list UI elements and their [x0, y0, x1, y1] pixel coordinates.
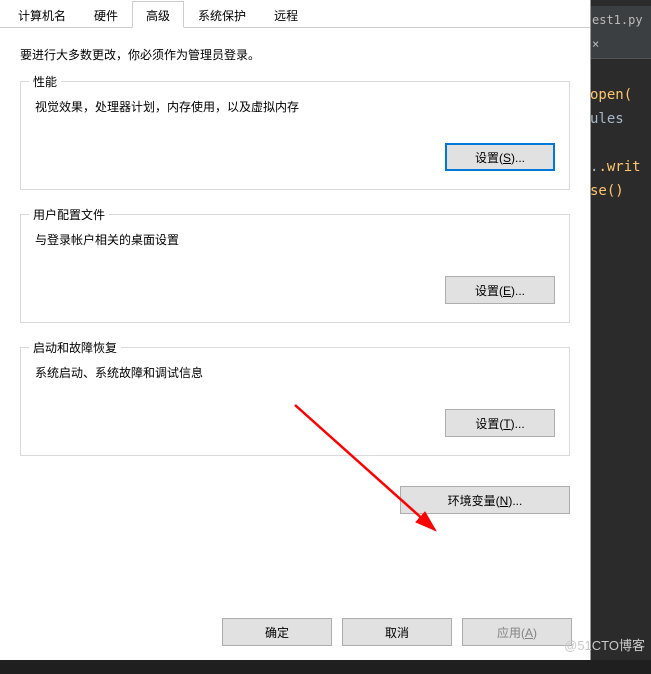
- group-desc: 与登录帐户相关的桌面设置: [35, 231, 555, 248]
- dialog-button-bar: 确定 取消 应用(A): [0, 618, 590, 646]
- editor-tab[interactable]: est1.py ×: [586, 6, 651, 59]
- tab-computer-name[interactable]: 计算机名: [4, 1, 80, 28]
- tab-hardware[interactable]: 硬件: [80, 1, 132, 28]
- tab-advanced[interactable]: 高级: [132, 1, 184, 28]
- user-profile-group: 用户配置文件 与登录帐户相关的桌面设置 设置(E)...: [20, 214, 570, 323]
- ok-button[interactable]: 确定: [222, 618, 332, 646]
- code-line: ..writ: [586, 155, 651, 179]
- code-line: ules: [586, 107, 651, 131]
- tab-system-protection[interactable]: 系统保护: [184, 1, 260, 28]
- group-desc: 系统启动、系统故障和调试信息: [35, 364, 555, 381]
- close-icon[interactable]: ×: [592, 37, 599, 51]
- code-editor-background: est1.py × open( ules ..writ se(): [586, 0, 651, 674]
- performance-group: 性能 视觉效果，处理器计划，内存使用，以及虚拟内存 设置(S)...: [20, 81, 570, 190]
- code-line: open(: [586, 83, 651, 107]
- group-title: 性能: [29, 73, 61, 90]
- dialog-tabs: 计算机名 硬件 高级 系统保护 远程: [0, 0, 590, 28]
- taskbar[interactable]: [0, 660, 651, 674]
- apply-button[interactable]: 应用(A): [462, 618, 572, 646]
- startup-recovery-group: 启动和故障恢复 系统启动、系统故障和调试信息 设置(T)...: [20, 347, 570, 456]
- cancel-button[interactable]: 取消: [342, 618, 452, 646]
- watermark: @51CTO博客: [564, 635, 645, 654]
- admin-info-text: 要进行大多数更改，你必须作为管理员登录。: [20, 46, 570, 63]
- performance-settings-button[interactable]: 设置(S)...: [445, 143, 555, 171]
- dialog-content: 要进行大多数更改，你必须作为管理员登录。 性能 视觉效果，处理器计划，内存使用，…: [0, 28, 590, 514]
- user-profile-settings-button[interactable]: 设置(E)...: [445, 276, 555, 304]
- environment-variables-button[interactable]: 环境变量(N)...: [400, 486, 570, 514]
- system-properties-dialog: 计算机名 硬件 高级 系统保护 远程 要进行大多数更改，你必须作为管理员登录。 …: [0, 0, 591, 660]
- group-desc: 视觉效果，处理器计划，内存使用，以及虚拟内存: [35, 98, 555, 115]
- code-line: se(): [586, 179, 651, 203]
- startup-settings-button[interactable]: 设置(T)...: [445, 409, 555, 437]
- group-title: 启动和故障恢复: [29, 339, 121, 356]
- group-title: 用户配置文件: [29, 206, 109, 223]
- tab-remote[interactable]: 远程: [260, 1, 312, 28]
